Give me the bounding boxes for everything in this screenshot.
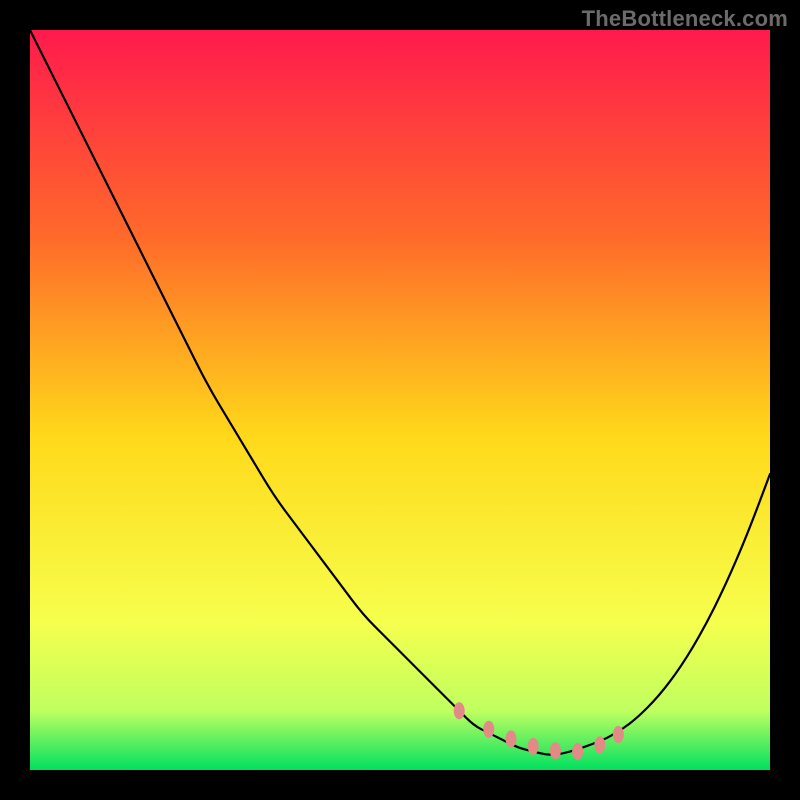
curve-marker <box>572 743 583 760</box>
curve-marker <box>550 742 561 759</box>
curve-marker <box>594 736 605 753</box>
chart-frame: TheBottleneck.com <box>0 0 800 800</box>
gradient-bg <box>30 30 770 770</box>
curve-marker <box>506 730 517 747</box>
chart-svg <box>30 30 770 770</box>
plot-area <box>30 30 770 770</box>
watermark-text: TheBottleneck.com <box>582 6 788 32</box>
curve-marker <box>528 738 539 755</box>
curve-marker <box>483 721 494 738</box>
curve-marker <box>454 702 465 719</box>
curve-marker <box>613 726 624 743</box>
